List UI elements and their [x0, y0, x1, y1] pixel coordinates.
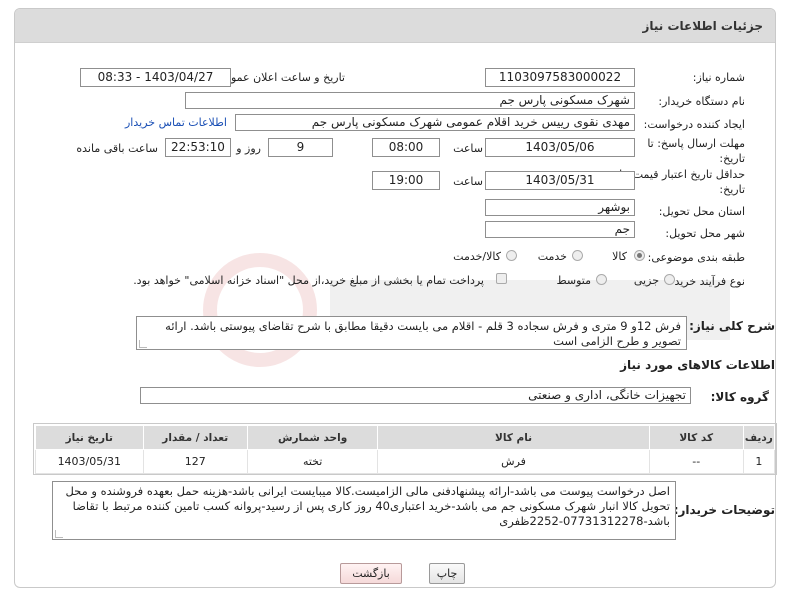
deadline-time-label: ساعت [453, 142, 483, 155]
category-radio-service[interactable] [572, 250, 583, 261]
goods-group-label: گروه کالا: [710, 390, 769, 404]
validity-label-line1: حداقل تاریخ اعتبار قیمت: تا [619, 168, 745, 181]
process-label: نوع فرآیند خرید : [667, 275, 745, 288]
validity-date-field: 1403/05/31 [485, 171, 635, 190]
deadline-label-line1: مهلت ارسال پاسخ: تا [647, 137, 745, 150]
deadline-label-line2: تاریخ: [719, 152, 745, 165]
treasury-payment-note: پرداخت تمام یا بخشی از مبلغ خرید،از محل … [133, 274, 484, 287]
category-option-both: کالا/خدمت [453, 250, 501, 263]
description-label: شرح کلی نیاز: [689, 319, 775, 333]
time-remaining-label: ساعت باقی مانده [76, 142, 158, 155]
announce-date-field: 1403/04/27 - 08:33 [80, 68, 231, 87]
deadline-date-field: 1403/05/06 [485, 138, 635, 157]
days-label: روز و [236, 142, 261, 155]
buyer-org-label: نام دستگاه خریدار: [658, 95, 745, 108]
treasury-payment-checkbox[interactable] [496, 273, 507, 284]
items-table: ردیف کد کالا نام کالا واحد شمارش تعداد /… [35, 425, 776, 474]
col-header-unit: واحد شمارش [246, 425, 379, 450]
time-remaining-field: 22:53:10 [165, 138, 231, 157]
validity-label-line2: تاریخ: [719, 183, 745, 196]
print-button[interactable]: چاپ [429, 563, 465, 584]
resize-grip-icon[interactable] [139, 340, 147, 348]
days-remaining-field: 9 [268, 138, 333, 157]
requester-label: ایجاد کننده درخواست: [643, 118, 745, 131]
cell-row: 1 [742, 449, 776, 474]
validity-time-label: ساعت [453, 175, 483, 188]
buyer-org-field: شهرک مسکونی پارس جم [185, 92, 635, 109]
goods-section-title: اطلاعات کالاهای مورد نیاز [620, 358, 775, 372]
category-option-service: خدمت [537, 250, 567, 263]
category-radio-both[interactable] [506, 250, 517, 261]
description-textarea[interactable]: فرش 12و 9 متری و فرش سجاده 3 قلم - اقلام… [136, 316, 687, 350]
process-radio-medium[interactable] [596, 274, 607, 285]
cell-unit: تخته [246, 449, 379, 474]
col-header-row: ردیف [742, 425, 776, 450]
col-header-name: نام کالا [377, 425, 650, 450]
province-field: بوشهر [485, 199, 635, 216]
announce-label: تاریخ و ساعت اعلان عمومی: [212, 71, 345, 84]
col-header-code: کد کالا [648, 425, 744, 450]
city-field: جم [485, 221, 635, 238]
resize-grip-icon[interactable] [55, 530, 63, 538]
col-header-date: تاریخ نیاز [35, 425, 144, 450]
cell-name: فرش [377, 449, 650, 474]
cell-date: 1403/05/31 [35, 449, 144, 474]
panel-header: جزئیات اطلاعات نیاز [15, 9, 775, 43]
process-option-medium: متوسط [556, 274, 591, 287]
goods-group-field: تجهیزات خانگی، اداری و صنعتی [140, 387, 691, 404]
page-title: جزئیات اطلاعات نیاز [642, 19, 763, 33]
requester-field: مهدی نقوی رییس خرید اقلام عمومی شهرک مسک… [235, 114, 635, 131]
province-label: استان محل تحویل: [658, 205, 745, 218]
city-label: شهر محل تحویل: [665, 227, 745, 240]
back-button[interactable]: بازگشت [340, 563, 402, 584]
buyer-notes-label: توضیحات خریدار: [673, 503, 775, 517]
category-option-goods: کالا [612, 250, 627, 263]
buyer-notes-text: اصل درخواست پیوست می باشد-ارائه پیشنهادف… [65, 484, 670, 528]
need-number-field: 1103097583000022 [485, 68, 635, 87]
process-option-minor: جزیی [633, 274, 659, 287]
buyer-notes-textarea[interactable]: اصل درخواست پیوست می باشد-ارائه پیشنهادف… [52, 481, 676, 540]
category-label: طبقه بندی موضوعی: [647, 251, 745, 264]
cell-qty: 127 [142, 449, 248, 474]
cell-code: -- [648, 449, 744, 474]
category-radio-goods[interactable] [634, 250, 645, 261]
process-radio-minor[interactable] [664, 274, 675, 285]
need-number-label: شماره نیاز: [692, 71, 745, 84]
col-header-qty: تعداد / مقدار [142, 425, 248, 450]
validity-time-field: 19:00 [372, 171, 440, 190]
deadline-time-field: 08:00 [372, 138, 440, 157]
table-row: 1 -- فرش تخته 127 1403/05/31 [35, 449, 776, 474]
description-text: فرش 12و 9 متری و فرش سجاده 3 قلم - اقلام… [165, 319, 681, 348]
buyer-contact-link[interactable]: اطلاعات تماس خریدار [125, 116, 227, 129]
